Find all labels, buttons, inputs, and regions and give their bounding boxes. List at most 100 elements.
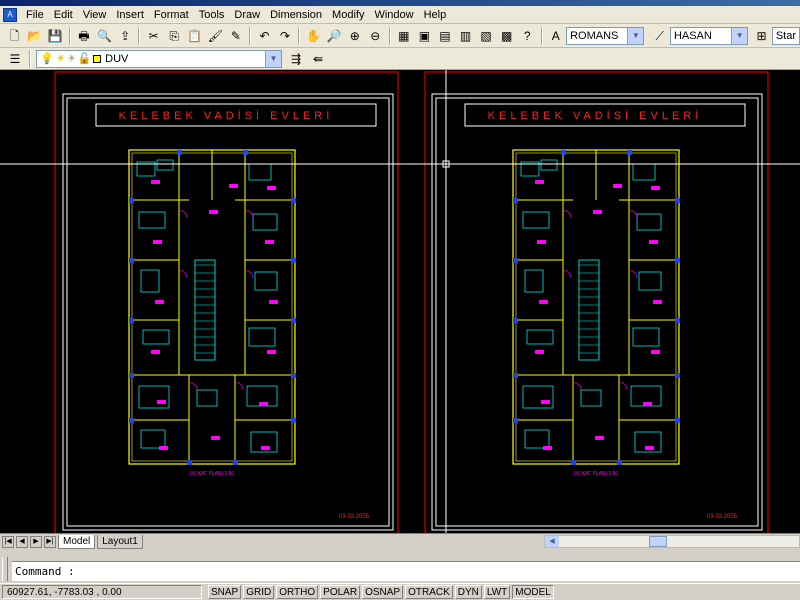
menu-format[interactable]: Format: [149, 6, 194, 24]
polar-toggle[interactable]: POLAR: [320, 585, 361, 599]
model-space-toggle[interactable]: MODEL: [512, 585, 554, 599]
coordinate-readout[interactable]: 60927.61, -7783.03 , 0.00: [2, 585, 202, 599]
toolbar-separator: [388, 26, 391, 45]
prev-tab-icon[interactable]: ◀: [16, 535, 28, 548]
properties-icon[interactable]: ▦: [395, 26, 414, 46]
drawing-canvas[interactable]: KELEBEK VADİSİ EVLERİ (X) KAT PLANI 1/50…: [0, 70, 800, 533]
command-line-input[interactable]: Command :: [12, 561, 800, 581]
chevron-down-icon[interactable]: ▼: [731, 27, 748, 44]
plan-column: [513, 198, 518, 203]
menu-dimension[interactable]: Dimension: [265, 6, 327, 24]
table-style-dropdown[interactable]: Star: [771, 26, 800, 45]
plan-room-label: [211, 436, 220, 440]
plan-furniture: [254, 271, 278, 291]
plan-left-caption: (X) KAT PLANI 1/50: [190, 471, 234, 477]
tool-palettes-icon[interactable]: ▤: [436, 26, 455, 46]
sheet-left-inner-frame: [66, 97, 390, 527]
horizontal-scrollbar[interactable]: ◀: [544, 535, 800, 548]
dyn-toggle[interactable]: DYN: [454, 585, 482, 599]
plan-column: [291, 418, 296, 423]
plan-column: [129, 318, 134, 323]
plan-furniture: [524, 269, 544, 293]
plan-room-label: [267, 186, 276, 190]
sheet-right-title: KELEBEK VADİSİ EVLERİ: [488, 109, 703, 122]
plan-column: [187, 460, 192, 465]
design-center-icon[interactable]: ▣: [415, 26, 434, 46]
plan-furniture: [252, 213, 278, 231]
menu-help[interactable]: Help: [419, 6, 452, 24]
next-tab-icon[interactable]: ▶: [30, 535, 42, 548]
text-style-icon[interactable]: A: [547, 26, 566, 46]
block-editor-icon[interactable]: ✎: [227, 26, 246, 46]
command-window: Command :: [0, 549, 800, 583]
layer-color-swatch: [93, 54, 102, 63]
autocad-app-icon[interactable]: A: [3, 7, 17, 22]
publish-icon[interactable]: ⇪: [116, 26, 135, 46]
layer-previous-icon[interactable]: ⇚: [308, 49, 328, 69]
plan-furniture: [248, 327, 276, 347]
snap-toggle[interactable]: SNAP: [208, 585, 242, 599]
copy-icon[interactable]: ⎘: [165, 26, 184, 46]
layer-dropdown[interactable]: 💡 ☀ ☀ 🔓 DUV ▼: [36, 49, 282, 68]
scroll-left-icon[interactable]: ◀: [545, 536, 559, 547]
sheet-set-icon[interactable]: ▥: [456, 26, 475, 46]
scrollbar-thumb[interactable]: [649, 536, 667, 547]
zoom-previous-icon[interactable]: ⊖: [366, 26, 385, 46]
save-icon[interactable]: 💾: [46, 26, 65, 46]
plan-furniture: [138, 211, 166, 229]
plan-column: [675, 318, 680, 323]
redo-icon[interactable]: ↷: [276, 26, 295, 46]
menu-tools[interactable]: Tools: [194, 6, 230, 24]
last-tab-icon[interactable]: ▶|: [44, 535, 56, 548]
chevron-down-icon[interactable]: ▼: [265, 50, 281, 67]
tab-layout1[interactable]: Layout1: [97, 534, 143, 549]
paste-icon[interactable]: 📋: [186, 26, 205, 46]
menu-draw[interactable]: Draw: [229, 6, 265, 24]
zoom-realtime-icon[interactable]: 🔎: [325, 26, 344, 46]
zoom-window-icon[interactable]: ⊕: [345, 26, 364, 46]
dim-style-icon[interactable]: ⟋: [650, 26, 669, 46]
otrack-toggle[interactable]: OTRACK: [405, 585, 453, 599]
plan-furniture: [140, 269, 160, 293]
dim-style-dropdown[interactable]: HASAN ▼: [669, 26, 749, 45]
menu-file[interactable]: File: [21, 6, 49, 24]
toolbar-separator: [138, 26, 141, 45]
menu-view[interactable]: View: [78, 6, 112, 24]
open-file-icon[interactable]: 📂: [26, 26, 45, 46]
new-file-icon[interactable]: 🗋: [5, 26, 24, 46]
plan-room-label: [151, 350, 160, 354]
command-window-grip[interactable]: [2, 557, 8, 581]
table-style-icon[interactable]: ⊞: [752, 26, 771, 46]
chevron-down-icon[interactable]: ▼: [627, 27, 644, 44]
ortho-toggle[interactable]: ORTHO: [276, 585, 319, 599]
layer-manager-icon[interactable]: ☰: [5, 49, 25, 69]
markup-icon[interactable]: ▧: [477, 26, 496, 46]
plot-preview-icon[interactable]: 🔍: [95, 26, 114, 46]
text-style-dropdown[interactable]: ROMANS ▼: [566, 26, 645, 45]
first-tab-icon[interactable]: |◀: [2, 535, 14, 548]
plan-column: [513, 258, 518, 263]
plan-column: [291, 318, 296, 323]
tab-model[interactable]: Model: [58, 534, 96, 549]
match-properties-icon[interactable]: 🖌: [206, 26, 225, 46]
osnap-toggle[interactable]: OSNAP: [362, 585, 404, 599]
cut-icon[interactable]: ✂: [144, 26, 163, 46]
calculator-icon[interactable]: ▩: [497, 26, 516, 46]
plan-column: [571, 460, 576, 465]
plan-furniture: [196, 389, 218, 407]
undo-icon[interactable]: ↶: [255, 26, 274, 46]
lwt-toggle[interactable]: LWT: [483, 585, 511, 599]
menu-modify[interactable]: Modify: [327, 6, 369, 24]
grid-toggle[interactable]: GRID: [243, 585, 275, 599]
plan-room-label: [541, 400, 550, 404]
help-icon[interactable]: ?: [518, 26, 537, 46]
pan-icon[interactable]: ✋: [304, 26, 323, 46]
plan-door-swing: [178, 269, 188, 279]
sheet-right-inner-frame: [435, 97, 759, 527]
menu-window[interactable]: Window: [369, 6, 418, 24]
make-layer-current-icon[interactable]: ⇶: [286, 49, 306, 69]
menu-insert[interactable]: Insert: [111, 6, 149, 24]
plot-icon[interactable]: 🖶: [75, 26, 94, 46]
sheet-right-date: 03.03.2005: [707, 514, 738, 520]
menu-edit[interactable]: Edit: [49, 6, 78, 24]
